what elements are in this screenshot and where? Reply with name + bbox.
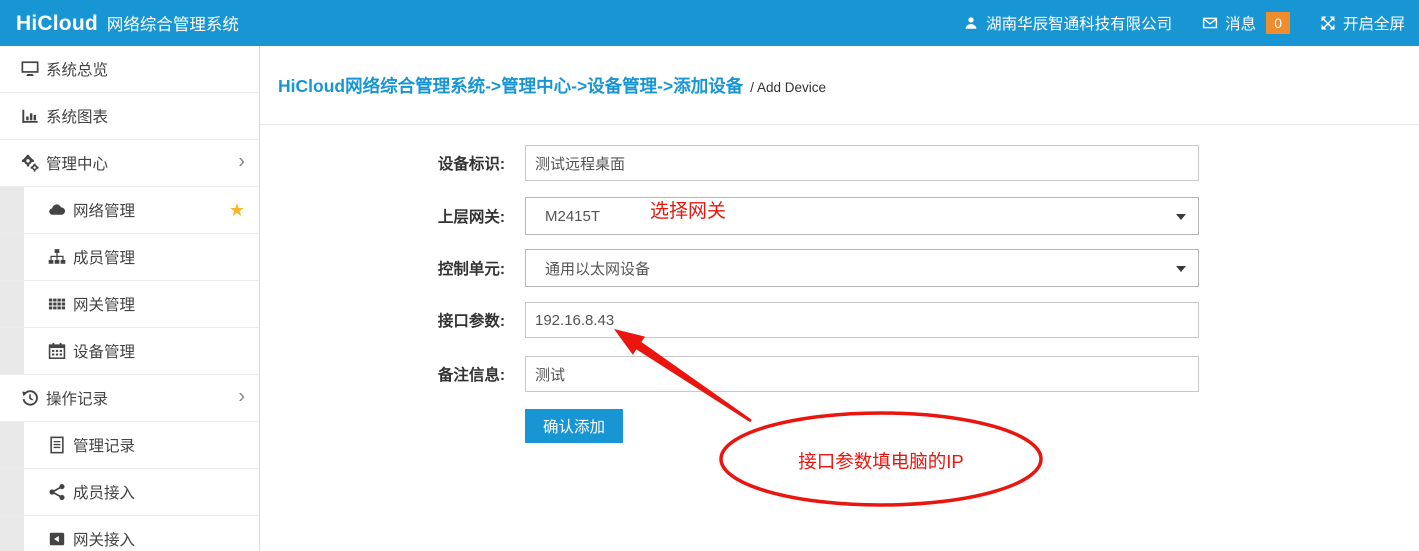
sidebar-item-label: 网络管理	[73, 199, 135, 221]
remark-input[interactable]	[525, 356, 1199, 392]
interface-params-label: 接口参数:	[260, 309, 505, 331]
sidebar-item-label: 设备管理	[73, 340, 135, 362]
company-name: 湖南华辰智通科技有限公司	[986, 12, 1172, 34]
annotation-select-gateway: 选择网关	[650, 196, 726, 223]
interface-params-input[interactable]	[525, 302, 1199, 338]
caret-down-icon	[1176, 266, 1186, 272]
share-icon	[48, 483, 66, 501]
device-id-label: 设备标识:	[260, 152, 505, 174]
control-unit-select[interactable]: 通用以太网设备	[525, 249, 1199, 287]
fullscreen-toggle[interactable]: 开启全屏	[1320, 12, 1405, 34]
sitemap-icon	[48, 248, 66, 266]
cloud-icon	[48, 201, 66, 219]
account-menu[interactable]: 湖南华辰智通科技有限公司	[963, 12, 1172, 34]
form-row-upper-gateway: 上层网关: M2415T	[260, 197, 1199, 235]
sidebar-item-gateway-management[interactable]: 网关管理	[0, 281, 259, 328]
form-row-remark: 备注信息:	[260, 356, 1199, 392]
app-logo: HiCloud 网络综合管理系统	[16, 11, 239, 36]
sidebar-item-network-management[interactable]: 网络管理 ★	[0, 187, 259, 234]
content-divider	[260, 124, 1419, 125]
star-icon[interactable]: ★	[229, 201, 245, 219]
fullscreen-label: 开启全屏	[1343, 12, 1405, 34]
calendar-icon	[48, 342, 66, 360]
logo-brand: HiCloud	[16, 12, 98, 36]
sidebar-item-operation-records[interactable]: 操作记录 ›	[0, 375, 259, 422]
form-row-control-unit: 控制单元: 通用以太网设备	[260, 249, 1199, 287]
user-icon	[963, 15, 979, 31]
sidebar-item-label: 成员接入	[73, 481, 135, 503]
desktop-icon	[21, 60, 39, 78]
app-window: HiCloud 网络综合管理系统 湖南华辰智通科技有限公司 消息 0	[0, 0, 1419, 551]
device-id-input[interactable]	[525, 145, 1199, 181]
chevron-right-icon: ›	[238, 151, 245, 171]
sidebar-item-device-management[interactable]: 设备管理	[0, 328, 259, 375]
chevron-right-icon: ›	[238, 386, 245, 406]
fullscreen-icon	[1320, 15, 1336, 31]
control-unit-label: 控制单元:	[260, 257, 505, 279]
form-row-interface-params: 接口参数:	[260, 302, 1199, 338]
sidebar-item-member-access[interactable]: 成员接入	[0, 469, 259, 516]
sidebar-item-label: 网关管理	[73, 293, 135, 315]
logo-subtitle: 网络综合管理系统	[107, 11, 239, 35]
form-row-device-id: 设备标识:	[260, 145, 1199, 181]
document-icon	[48, 436, 66, 454]
upper-gateway-value: M2415T	[545, 208, 600, 225]
confirm-add-button[interactable]: 确认添加	[525, 409, 623, 443]
sidebar-item-label: 系统图表	[46, 105, 108, 127]
sidebar-item-label: 系统总览	[46, 58, 108, 80]
bar-chart-icon	[21, 107, 39, 125]
upper-gateway-label: 上层网关:	[260, 205, 505, 227]
messages-count-badge: 0	[1266, 12, 1290, 34]
caret-down-icon	[1176, 214, 1186, 220]
breadcrumb: HiCloud网络综合管理系统->管理中心->设备管理->添加设备 / Add …	[278, 73, 826, 98]
caret-square-left-icon	[48, 530, 66, 548]
sidebar-item-gateway-access[interactable]: 网关接入	[0, 516, 259, 551]
upper-gateway-select[interactable]: M2415T	[525, 197, 1199, 235]
remark-label: 备注信息:	[260, 363, 505, 385]
sidebar-item-system-overview[interactable]: 系统总览	[0, 46, 259, 93]
sidebar-item-member-management[interactable]: 成员管理	[0, 234, 259, 281]
sidebar-item-system-charts[interactable]: 系统图表	[0, 93, 259, 140]
history-icon	[21, 389, 39, 407]
breadcrumb-suffix: / Add Device	[750, 80, 826, 95]
gears-icon	[21, 154, 39, 172]
top-bar: HiCloud 网络综合管理系统 湖南华辰智通科技有限公司 消息 0	[0, 0, 1419, 46]
sidebar: 系统总览 系统图表 管理中心 › 网络管理 ★ 成员管理	[0, 46, 260, 551]
sidebar-item-management-center[interactable]: 管理中心 ›	[0, 140, 259, 187]
messages-menu[interactable]: 消息 0	[1202, 12, 1290, 34]
control-unit-value: 通用以太网设备	[545, 258, 650, 279]
annotation-ip-note: 接口参数填电脑的IP	[741, 448, 1021, 474]
sidebar-item-label: 成员管理	[73, 246, 135, 268]
sidebar-item-label: 管理中心	[46, 152, 108, 174]
sidebar-item-management-records[interactable]: 管理记录	[0, 422, 259, 469]
sidebar-item-label: 管理记录	[73, 434, 135, 456]
grid-icon	[48, 295, 66, 313]
envelope-icon	[1202, 15, 1218, 31]
messages-label: 消息	[1225, 12, 1256, 34]
breadcrumb-path: HiCloud网络综合管理系统->管理中心->设备管理->添加设备	[278, 73, 743, 98]
top-bar-right: 湖南华辰智通科技有限公司 消息 0	[963, 12, 1405, 34]
sidebar-item-label: 操作记录	[46, 387, 108, 409]
sidebar-item-label: 网关接入	[73, 528, 135, 550]
